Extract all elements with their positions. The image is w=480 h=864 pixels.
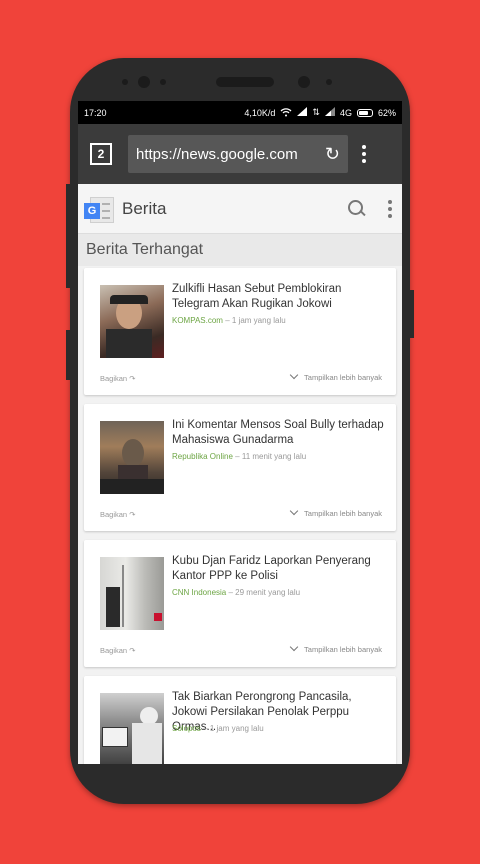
article-time: 11 menit yang lalu: [241, 452, 307, 461]
article-meta: CNN Indonesia – 29 menit yang lalu: [172, 588, 301, 597]
article-time: 1 jam yang lalu: [231, 316, 286, 325]
reload-icon[interactable]: ↻: [325, 144, 340, 165]
signal-icon: [297, 107, 308, 118]
search-icon[interactable]: [346, 198, 368, 220]
power-button: [410, 290, 414, 338]
article-meta: Solopos – 1 jam yang lalu: [172, 724, 264, 733]
battery-level: 62%: [377, 107, 396, 118]
proximity-sensor: [122, 79, 128, 85]
article-headline[interactable]: Ini Komentar Mensos Soal Bully terhadap …: [172, 418, 384, 448]
network-type: 4G: [339, 107, 352, 118]
share-button[interactable]: Bagikan ↷: [100, 646, 136, 655]
article-source[interactable]: CNN Indonesia: [172, 588, 226, 597]
signal-icon-secondary: [324, 107, 335, 118]
browser-toolbar: 2 https://news.google.com ↻: [78, 124, 402, 184]
news-card[interactable]: Ini Komentar Mensos Soal Bully terhadap …: [84, 404, 396, 531]
share-icon: ↷: [129, 646, 136, 655]
volume-button: [66, 184, 70, 288]
article-thumbnail[interactable]: [100, 693, 164, 764]
light-sensor: [160, 79, 166, 85]
wifi-icon: [280, 107, 292, 119]
status-time: 17:20: [84, 107, 107, 118]
app-header: G Berita: [78, 184, 402, 234]
share-icon: ↷: [129, 374, 136, 383]
phone-top-bezel: [70, 58, 410, 102]
share-label: Bagikan: [100, 646, 128, 655]
section-title: Berita Terhangat: [78, 234, 402, 266]
article-meta: KOMPAS.com – 1 jam yang lalu: [172, 316, 286, 325]
article-source[interactable]: Solopos: [172, 724, 201, 733]
data-transfer-icon: ⇅: [312, 107, 320, 117]
status-icons: 4,10K/d ⇅ 4G 62%: [244, 107, 396, 119]
news-feed: Zulkifli Hasan Sebut Pemblokiran Telegra…: [78, 266, 402, 764]
article-headline[interactable]: Zulkifli Hasan Sebut Pemblokiran Telegra…: [172, 282, 384, 312]
article-thumbnail[interactable]: [100, 285, 164, 358]
tab-switcher-button[interactable]: 2: [90, 143, 112, 165]
network-speed: 4,10K/d: [244, 107, 276, 118]
show-more-button[interactable]: Tampilkan lebih banyak: [289, 506, 382, 518]
show-more-label: Tampilkan lebih banyak: [304, 645, 382, 654]
share-label: Bagikan: [100, 510, 128, 519]
chevron-down-icon: [289, 642, 299, 652]
article-source[interactable]: KOMPAS.com: [172, 316, 223, 325]
bixby-button: [66, 330, 70, 380]
status-bar: 17:20 4,10K/d ⇅ 4G 62%: [78, 101, 402, 124]
browser-menu-icon[interactable]: [362, 145, 366, 163]
news-card[interactable]: Kubu Djan Faridz Laporkan Penyerang Kant…: [84, 540, 396, 667]
chevron-down-icon: [289, 370, 299, 380]
battery-icon: [356, 108, 373, 117]
share-button[interactable]: Bagikan ↷: [100, 510, 136, 519]
news-card[interactable]: Tak Biarkan Perongrong Pancasila, Jokowi…: [84, 676, 396, 764]
share-button[interactable]: Bagikan ↷: [100, 374, 136, 383]
notification-led: [326, 79, 332, 85]
show-more-button[interactable]: Tampilkan lebih banyak: [289, 642, 382, 654]
article-thumbnail[interactable]: [100, 421, 164, 494]
show-more-label: Tampilkan lebih banyak: [304, 509, 382, 518]
show-more-label: Tampilkan lebih banyak: [304, 373, 382, 382]
url-bar[interactable]: https://news.google.com ↻: [128, 135, 348, 173]
phone-frame: 17:20 4,10K/d ⇅ 4G 62% 2 https://news.go…: [70, 58, 410, 804]
chevron-down-icon: [289, 506, 299, 516]
show-more-button[interactable]: Tampilkan lebih banyak: [289, 370, 382, 382]
article-headline[interactable]: Kubu Djan Faridz Laporkan Penyerang Kant…: [172, 554, 384, 584]
share-icon: ↷: [129, 510, 136, 519]
article-time: 1 jam yang lalu: [209, 724, 264, 733]
app-menu-icon[interactable]: [388, 199, 392, 218]
front-camera-secondary: [298, 76, 310, 88]
news-card[interactable]: Zulkifli Hasan Sebut Pemblokiran Telegra…: [84, 268, 396, 395]
front-camera: [138, 76, 150, 88]
article-source[interactable]: Republika Online: [172, 452, 233, 461]
screen: 17:20 4,10K/d ⇅ 4G 62% 2 https://news.go…: [78, 101, 402, 764]
article-time: 29 menit yang lalu: [235, 588, 301, 597]
earpiece-speaker: [216, 77, 274, 87]
google-news-logo-icon[interactable]: G: [84, 193, 116, 225]
share-label: Bagikan: [100, 374, 128, 383]
article-meta: Republika Online – 11 menit yang lalu: [172, 452, 307, 461]
app-title: Berita: [122, 198, 167, 218]
article-thumbnail[interactable]: [100, 557, 164, 630]
url-text[interactable]: https://news.google.com: [136, 146, 325, 163]
